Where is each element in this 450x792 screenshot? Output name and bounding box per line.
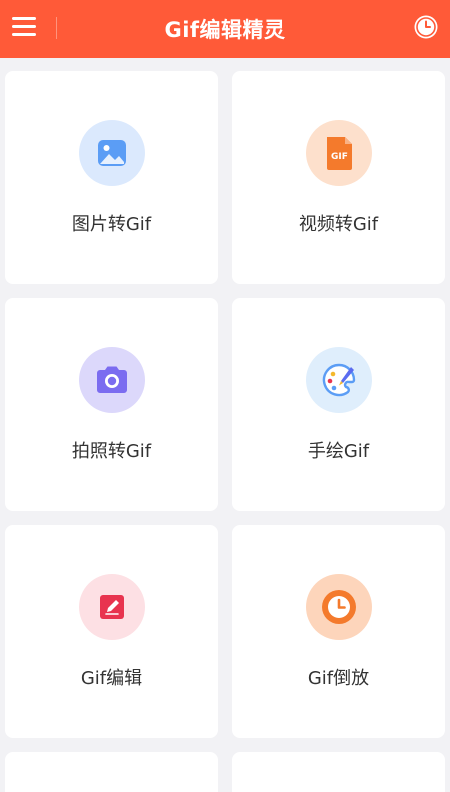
svg-text:GIF: GIF xyxy=(331,152,348,162)
feature-card-gif-edit[interactable]: Gif编辑 xyxy=(5,525,218,738)
feature-label: Gif编辑 xyxy=(80,668,143,689)
app-bar: Gif编辑精灵 xyxy=(0,0,450,58)
image-icon xyxy=(79,120,145,186)
feature-label: Gif倒放 xyxy=(307,668,370,689)
edit-icon xyxy=(79,574,145,640)
feature-label: 视频转Gif xyxy=(298,214,379,235)
feature-card-partial[interactable] xyxy=(232,752,445,792)
app-title: Gif编辑精灵 xyxy=(164,18,286,42)
feature-label: 拍照转Gif xyxy=(71,441,152,462)
history-clock-icon[interactable] xyxy=(413,14,439,40)
feature-card-hand-draw-gif[interactable]: 手绘Gif xyxy=(232,298,445,511)
feature-label: 手绘Gif xyxy=(307,441,370,462)
feature-card-gif-reverse[interactable]: Gif倒放 xyxy=(232,525,445,738)
feature-card-photo-to-gif[interactable]: 拍照转Gif xyxy=(5,298,218,511)
feature-card-partial[interactable] xyxy=(5,752,218,792)
feature-card-video-to-gif[interactable]: GIF 视频转Gif xyxy=(232,71,445,284)
feature-card-image-to-gif[interactable]: 图片转Gif xyxy=(5,71,218,284)
feature-label: 图片转Gif xyxy=(71,214,152,235)
clock-reverse-icon xyxy=(306,574,372,640)
camera-icon xyxy=(79,347,145,413)
paint-palette-icon xyxy=(306,347,372,413)
gif-file-icon: GIF xyxy=(306,120,372,186)
